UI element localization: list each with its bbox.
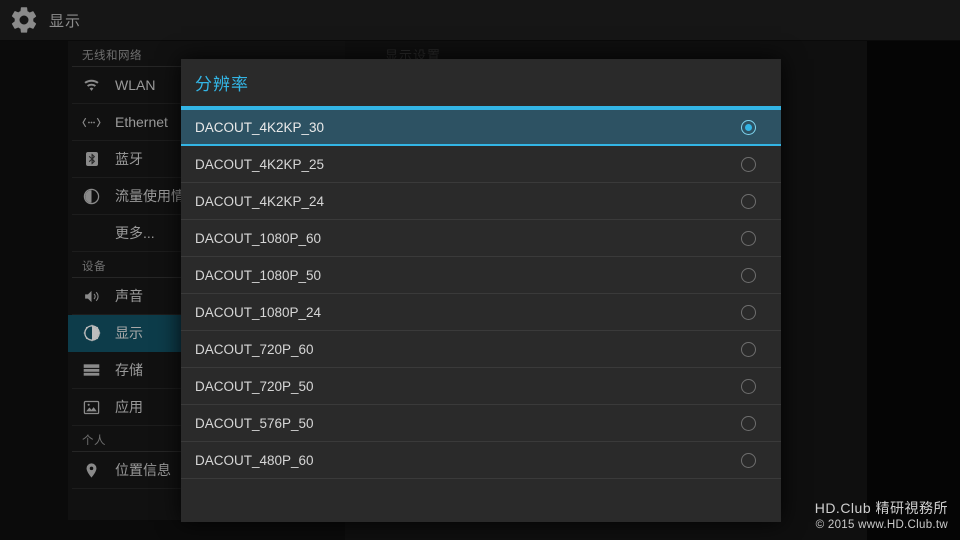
resolution-option-row[interactable]: DACOUT_480P_60 xyxy=(181,442,781,479)
radio-button[interactable] xyxy=(741,156,756,172)
resolution-dialog: 分辨率 DACOUT_4K2KP_30 DACOUT_4K2KP_25 DACO… xyxy=(181,59,781,522)
ethernet-icon xyxy=(82,113,101,132)
gear-icon[interactable] xyxy=(9,5,39,35)
resolution-option-row[interactable]: DACOUT_720P_50 xyxy=(181,368,781,405)
resolution-option-label: DACOUT_720P_50 xyxy=(195,378,314,394)
resolution-option-row[interactable]: DACOUT_1080P_50 xyxy=(181,257,781,294)
radio-button[interactable] xyxy=(741,415,756,431)
radio-button[interactable] xyxy=(741,193,756,209)
sound-icon xyxy=(82,287,101,306)
sidebar-item-label: 存储 xyxy=(115,362,143,378)
resolution-option-list[interactable]: DACOUT_4K2KP_30 DACOUT_4K2KP_25 DACOUT_4… xyxy=(181,108,781,522)
action-bar-title: 显示 xyxy=(49,12,82,30)
resolution-option-label: DACOUT_4K2KP_24 xyxy=(195,193,325,209)
screen-right-letterbox xyxy=(867,41,960,540)
display-icon xyxy=(82,324,101,343)
resolution-option-label: DACOUT_720P_60 xyxy=(195,341,314,357)
android-settings-screen: 显示 显示设置 无线和网络 WLAN Ethernet 蓝牙 流量使用情况 更多… xyxy=(0,0,960,540)
sidebar-item-label: 应用 xyxy=(115,399,143,415)
radio-button[interactable] xyxy=(741,304,756,320)
radio-button[interactable] xyxy=(741,341,756,357)
action-bar: 显示 xyxy=(0,0,960,41)
resolution-option-label: DACOUT_480P_60 xyxy=(195,452,314,468)
resolution-option-row[interactable]: DACOUT_1080P_24 xyxy=(181,294,781,331)
sidebar-item-label: WLAN xyxy=(115,77,156,93)
radio-button[interactable] xyxy=(741,230,756,246)
resolution-option-label: DACOUT_4K2KP_25 xyxy=(195,156,325,172)
resolution-option-label: DACOUT_1080P_24 xyxy=(195,304,322,320)
sidebar-item-label: 显示 xyxy=(115,325,143,341)
dialog-title: 分辨率 xyxy=(195,75,249,94)
wifi-icon xyxy=(82,76,101,95)
storage-icon xyxy=(82,361,101,380)
dialog-header: 分辨率 xyxy=(181,59,781,108)
resolution-option-row[interactable]: DACOUT_576P_50 xyxy=(181,405,781,442)
location-pin-icon xyxy=(82,461,101,480)
resolution-option-row[interactable]: DACOUT_720P_60 xyxy=(181,331,781,368)
resolution-option-label: DACOUT_4K2KP_30 xyxy=(195,119,325,135)
sidebar-item-label: 位置信息 xyxy=(115,462,171,478)
resolution-option-row[interactable]: DACOUT_4K2KP_24 xyxy=(181,183,781,220)
settings-content: 显示设置 无线和网络 WLAN Ethernet 蓝牙 流量使用情况 更多...… xyxy=(0,41,960,540)
sidebar-item-label: 声音 xyxy=(115,288,143,304)
bluetooth-icon xyxy=(82,150,101,169)
apps-icon xyxy=(82,398,101,417)
resolution-option-row[interactable]: DACOUT_1080P_60 xyxy=(181,220,781,257)
resolution-option-label: DACOUT_1080P_60 xyxy=(195,230,322,246)
resolution-option-row[interactable]: DACOUT_4K2KP_25 xyxy=(181,146,781,183)
resolution-option-label: DACOUT_1080P_50 xyxy=(195,267,322,283)
radio-button[interactable] xyxy=(741,119,756,135)
resolution-option-label: DACOUT_576P_50 xyxy=(195,415,314,431)
sidebar-item-label: Ethernet xyxy=(115,114,168,130)
radio-button[interactable] xyxy=(741,267,756,283)
data-usage-icon xyxy=(82,187,101,206)
sidebar-item-label: 更多... xyxy=(115,225,155,241)
radio-button[interactable] xyxy=(741,452,756,468)
resolution-option-row[interactable]: DACOUT_4K2KP_30 xyxy=(181,108,781,146)
sidebar-item-label: 蓝牙 xyxy=(115,151,143,167)
radio-button[interactable] xyxy=(741,378,756,394)
